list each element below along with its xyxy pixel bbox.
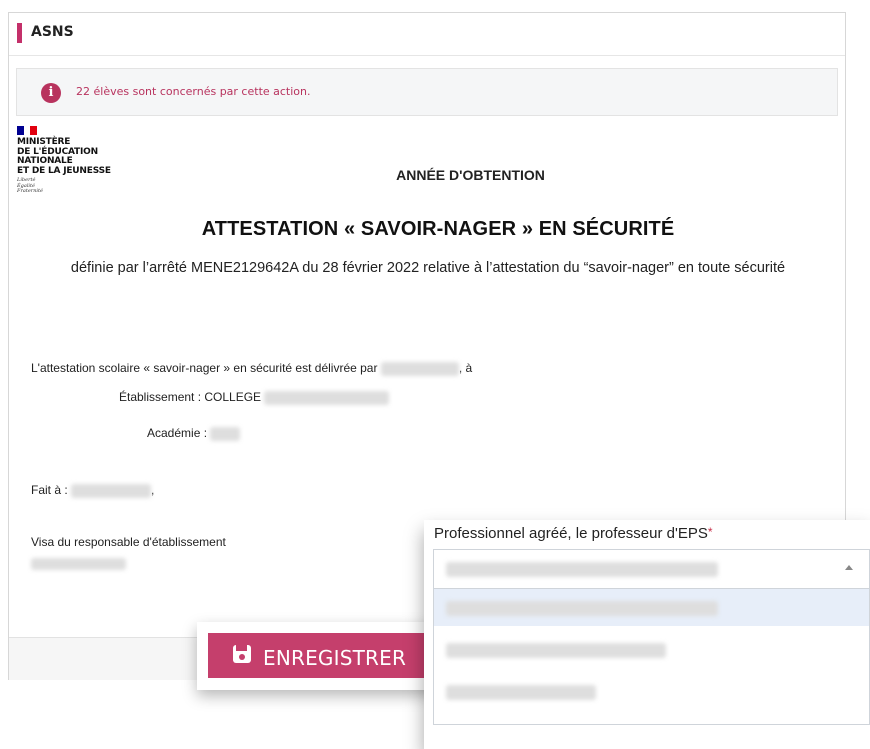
motto-line: Fraternité [17,188,43,194]
dropdown-options-list [433,588,870,725]
dropdown-label-text: Professionnel agréé, le professeur d'EPS [434,525,708,542]
redacted-etablissement [264,390,390,405]
alert-text: 22 élèves sont concernés par cette actio… [76,85,311,98]
save-button-container: ENREGISTRER [197,622,444,690]
dropdown-option[interactable] [434,673,869,710]
delivered-by-suffix: , à [458,361,473,375]
redacted-city [71,483,152,498]
panel-title: ASNS [31,24,74,40]
visa-label: Visa du responsable d'établissement [31,535,226,549]
academie-label: Académie : [147,426,208,440]
french-flag-icon [17,126,38,135]
dropdown-label: Professionnel agréé, le professeur d'EPS… [434,525,713,542]
accent-bar [17,23,22,43]
save-button-label: ENREGISTRER [263,646,407,670]
option-text-redacted [446,643,666,658]
save-icon [233,645,251,663]
eps-teacher-select[interactable] [433,549,870,588]
fait-a-suffix: , [151,483,155,497]
info-icon: i [41,83,61,103]
attestation-subtitle: définie par l’arrêté MENE2129642A du 28 … [70,260,786,276]
fait-a-line: Fait à : , [31,483,154,498]
redacted-academie [210,426,241,441]
panel-header: ASNS [9,13,845,56]
visa-value [31,556,126,570]
option-text-redacted [446,685,596,700]
attestation-title: ATTESTATION « SAVOIR-NAGER » EN SÉCURITÉ [201,218,675,240]
info-alert: i 22 élèves sont concernés par cette act… [16,68,838,116]
ministry-logo: MINISTÈRE DE L'ÉDUCATION NATIONALE ET DE… [17,126,147,195]
caret-up-icon[interactable] [845,565,853,570]
redacted-visa [31,557,126,570]
selected-value-redacted [446,562,718,577]
required-mark: * [707,525,713,539]
etablissement-line: Établissement : COLLEGE [119,390,390,405]
fait-a-label: Fait à : [31,483,68,497]
delivered-by-label: L'attestation scolaire « savoir-nager » … [31,361,378,375]
delivered-by-line: L'attestation scolaire « savoir-nager » … [31,361,472,376]
redacted-name [380,361,459,376]
dropdown-option[interactable] [434,631,869,668]
etablissement-label: Établissement : COLLEGE [119,390,262,404]
dropdown-option[interactable] [434,589,869,626]
option-text-redacted [446,601,718,616]
academie-line: Académie : [147,426,241,441]
save-button[interactable]: ENREGISTRER [208,633,433,678]
eps-teacher-dropdown-popup: Professionnel agréé, le professeur d'EPS… [424,520,870,749]
year-title: ANNÉE D'OBTENTION [396,167,545,183]
